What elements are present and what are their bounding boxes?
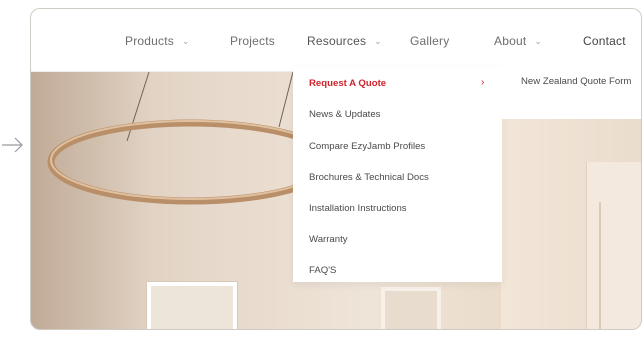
top-navbar: Products ⌄ Projects Resources ⌄ Gallery …	[31, 9, 641, 72]
screenshot-frame: Products ⌄ Projects Resources ⌄ Gallery …	[30, 8, 642, 330]
chevron-down-icon: ⌄	[374, 35, 382, 46]
menu-item-warranty[interactable]: Warranty	[309, 234, 348, 245]
nav-resources-label: Resources	[307, 34, 367, 48]
nav-gallery-label: Gallery	[410, 34, 450, 48]
quote-submenu: New Zealand Quote Form	[502, 67, 641, 119]
nav-projects[interactable]: Projects	[230, 31, 275, 51]
menu-item-brochures[interactable]: Brochures & Technical Docs	[309, 172, 429, 183]
menu-item-news-updates[interactable]: News & Updates	[309, 109, 380, 120]
chevron-down-icon: ⌄	[181, 35, 190, 46]
nav-contact-label: Contact	[583, 34, 626, 48]
nav-gallery[interactable]: Gallery	[410, 31, 449, 51]
menu-item-request-a-quote[interactable]: Request A Quote	[309, 78, 386, 89]
nav-about[interactable]: About ⌄	[494, 31, 542, 51]
resources-dropdown: Request A Quote › News & Updates Compare…	[293, 67, 502, 282]
nav-products[interactable]: Products ⌄	[125, 31, 190, 51]
nav-contact[interactable]: Contact	[583, 31, 626, 51]
arrow-right-icon	[2, 137, 23, 153]
submenu-item-nz-quote-form[interactable]: New Zealand Quote Form	[521, 76, 641, 87]
menu-item-installation[interactable]: Installation Instructions	[309, 203, 407, 214]
menu-item-compare-profiles[interactable]: Compare EzyJamb Profiles	[309, 141, 425, 152]
nav-about-label: About	[494, 34, 527, 48]
nav-resources[interactable]: Resources ⌄	[307, 31, 382, 51]
chevron-right-icon: ›	[481, 77, 485, 88]
nav-projects-label: Projects	[230, 34, 275, 48]
chevron-down-icon: ⌄	[534, 35, 543, 46]
nav-products-label: Products	[125, 34, 174, 48]
menu-item-faqs[interactable]: FAQ'S	[309, 265, 336, 276]
